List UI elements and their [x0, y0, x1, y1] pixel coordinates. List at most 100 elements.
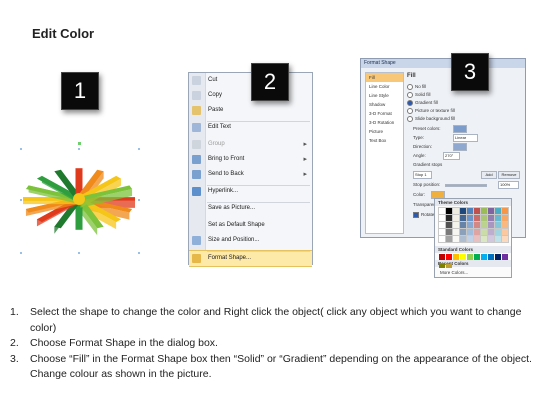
- color-swatch[interactable]: [494, 235, 502, 243]
- menu-item-icon: [192, 76, 201, 85]
- more-colors-link[interactable]: More Colors...: [440, 270, 468, 275]
- color-swatch[interactable]: [445, 207, 453, 215]
- menu-item[interactable]: Group ▸: [189, 137, 312, 152]
- menu-item[interactable]: Edit Text: [189, 120, 312, 135]
- color-swatch[interactable]: [459, 221, 467, 229]
- sidebar-item-shadow[interactable]: Shadow: [366, 100, 403, 109]
- sidebar-item-3d-rotation[interactable]: 3-D Rotation: [366, 118, 403, 127]
- color-swatch[interactable]: [501, 207, 509, 215]
- selection-handle[interactable]: [138, 252, 140, 254]
- menu-item-label: Paste: [208, 107, 224, 113]
- color-swatch[interactable]: [501, 228, 509, 236]
- color-swatch[interactable]: [445, 214, 453, 222]
- color-swatch[interactable]: [466, 235, 474, 243]
- color-swatch[interactable]: [438, 235, 446, 243]
- color-swatch[interactable]: [445, 228, 453, 236]
- preset-colors-button[interactable]: [453, 125, 467, 133]
- color-swatch[interactable]: [494, 207, 502, 215]
- color-swatch[interactable]: [459, 235, 467, 243]
- remove-button[interactable]: Remove: [498, 171, 520, 179]
- direction-button[interactable]: [453, 143, 467, 151]
- menu-item[interactable]: Set as Default Shape: [189, 218, 312, 233]
- option-label: No fill: [415, 84, 427, 90]
- color-swatch[interactable]: [452, 235, 460, 243]
- color-swatch[interactable]: [466, 228, 474, 236]
- add-button[interactable]: Add: [481, 171, 497, 179]
- selection-handle[interactable]: [78, 252, 80, 254]
- selection-handle[interactable]: [78, 148, 80, 150]
- rotate-with-shape-option[interactable]: Rotate: [413, 212, 434, 218]
- color-swatch[interactable]: [452, 214, 460, 222]
- color-swatch[interactable]: [487, 207, 495, 215]
- color-swatch[interactable]: [501, 214, 509, 222]
- type-select[interactable]: Linear: [453, 134, 478, 142]
- menu-item[interactable]: Save as Picture...: [189, 201, 312, 216]
- sidebar-item-3d-format[interactable]: 3-D Format: [366, 109, 403, 118]
- color-swatch[interactable]: [494, 214, 502, 222]
- color-swatch[interactable]: [494, 228, 502, 236]
- color-swatch[interactable]: [473, 214, 481, 222]
- color-swatch[interactable]: [487, 228, 495, 236]
- stop-position-slider[interactable]: [445, 184, 487, 187]
- color-swatch[interactable]: [473, 228, 481, 236]
- selection-handle[interactable]: [20, 199, 22, 201]
- color-swatch[interactable]: [480, 235, 488, 243]
- color-swatch[interactable]: [487, 214, 495, 222]
- color-swatch[interactable]: [439, 264, 445, 268]
- stop-select[interactable]: Stop 1: [413, 171, 432, 179]
- color-swatch[interactable]: [459, 214, 467, 222]
- color-swatch[interactable]: [473, 221, 481, 229]
- sidebar-item-line-color[interactable]: Line Color: [366, 82, 403, 91]
- color-swatch[interactable]: [445, 221, 453, 229]
- color-swatch[interactable]: [466, 214, 474, 222]
- color-swatch[interactable]: [480, 228, 488, 236]
- color-swatch[interactable]: [487, 221, 495, 229]
- sidebar-item-picture[interactable]: Picture: [366, 127, 403, 136]
- menu-item[interactable]: Paste: [189, 103, 312, 118]
- color-swatch[interactable]: [452, 221, 460, 229]
- color-swatch[interactable]: [473, 235, 481, 243]
- color-swatch[interactable]: [452, 228, 460, 236]
- menu-item[interactable]: Format Shape...: [189, 250, 312, 267]
- menu-item[interactable]: Send to Back ▸: [189, 167, 312, 182]
- starburst-shape[interactable]: [10, 136, 150, 266]
- color-swatch[interactable]: [480, 221, 488, 229]
- color-swatch[interactable]: [446, 264, 452, 268]
- color-swatch[interactable]: [480, 207, 488, 215]
- sidebar-item-line-style[interactable]: Line Style: [366, 91, 403, 100]
- option-picture-fill[interactable]: Picture or texture fill: [407, 108, 455, 114]
- color-swatch[interactable]: [466, 221, 474, 229]
- color-swatch[interactable]: [445, 235, 453, 243]
- color-swatch[interactable]: [438, 207, 446, 215]
- color-swatch[interactable]: [480, 214, 488, 222]
- color-swatch[interactable]: [452, 207, 460, 215]
- color-swatch[interactable]: [438, 214, 446, 222]
- color-swatch[interactable]: [438, 221, 446, 229]
- stop-position-input[interactable]: 100%: [498, 181, 519, 189]
- option-gradient-fill[interactable]: Gradient fill: [407, 100, 438, 106]
- sidebar-item-text-box[interactable]: Text Box: [366, 136, 403, 145]
- color-swatch[interactable]: [438, 228, 446, 236]
- color-swatch[interactable]: [466, 207, 474, 215]
- menu-item[interactable]: Hyperlink...: [189, 184, 312, 199]
- menu-item[interactable]: Size and Position...: [189, 233, 312, 248]
- selection-handle[interactable]: [138, 199, 140, 201]
- angle-input[interactable]: 270°: [443, 152, 460, 160]
- color-swatch[interactable]: [459, 228, 467, 236]
- rotate-handle[interactable]: [78, 142, 81, 145]
- color-swatch[interactable]: [501, 235, 509, 243]
- menu-item[interactable]: Bring to Front ▸: [189, 152, 312, 167]
- option-solid-fill[interactable]: Solid fill: [407, 92, 431, 98]
- option-no-fill[interactable]: No fill: [407, 84, 426, 90]
- selection-handle[interactable]: [20, 252, 22, 254]
- color-swatch[interactable]: [473, 207, 481, 215]
- selection-handle[interactable]: [20, 148, 22, 150]
- step-badge-2: 2: [251, 63, 289, 101]
- option-slide-background-fill[interactable]: Slide background fill: [407, 116, 455, 122]
- color-swatch[interactable]: [487, 235, 495, 243]
- color-swatch[interactable]: [494, 221, 502, 229]
- sidebar-item-fill[interactable]: Fill: [366, 73, 403, 82]
- selection-handle[interactable]: [138, 148, 140, 150]
- color-swatch[interactable]: [459, 207, 467, 215]
- color-swatch[interactable]: [501, 221, 509, 229]
